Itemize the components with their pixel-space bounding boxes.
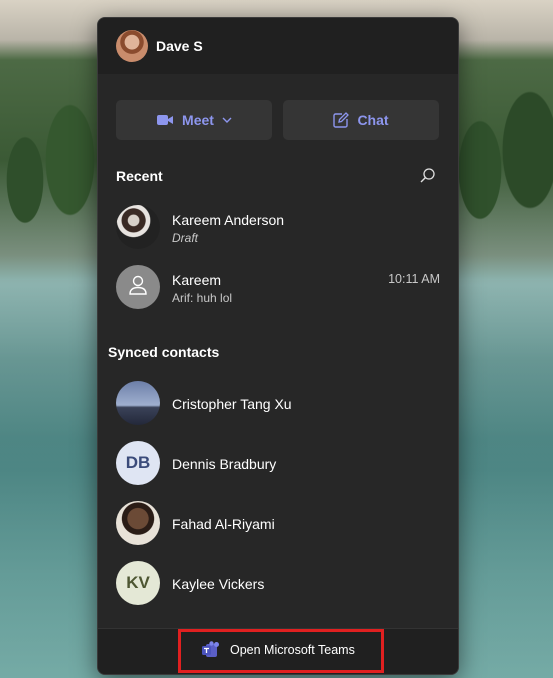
chevron-down-icon [222,117,232,123]
user-name: Dave S [156,38,203,54]
meet-label: Meet [182,112,214,128]
avatar: KV [116,561,160,605]
chat-label: Chat [357,112,389,128]
contact-item[interactable]: Fahad Al-Riyami [98,493,458,553]
flyout-footer: Open Microsoft Teams [98,628,458,674]
chat-button[interactable]: Chat [283,100,439,140]
contact-name: Cristopher Tang Xu [172,396,292,412]
user-avatar[interactable] [116,30,148,62]
teams-chat-flyout: Dave S Meet Chat Recent Kareem Anderson … [97,17,459,675]
avatar: DB [116,441,160,485]
chat-preview: Arif: huh lol [172,291,233,305]
compose-icon [333,112,350,128]
contact-item[interactable]: Cristopher Tang Xu [98,373,458,433]
video-camera-icon [156,113,174,127]
chat-name: Kareem [172,272,222,288]
avatar [116,381,160,425]
contact-item[interactable]: DB Dennis Bradbury [98,433,458,493]
contact-item[interactable]: KV Kaylee Vickers [98,553,458,613]
search-icon[interactable] [419,167,437,185]
avatar [116,501,160,545]
synced-contacts-heading: Synced contacts [108,344,220,360]
avatar [116,205,160,249]
recent-chat-item[interactable]: Kareem Arif: huh lol 10:11 AM [98,257,458,317]
open-microsoft-teams-link[interactable]: Open Microsoft Teams [201,641,355,659]
avatar [116,265,160,309]
open-teams-label: Open Microsoft Teams [230,643,355,657]
contact-name: Fahad Al-Riyami [172,516,275,532]
chat-timestamp: 10:11 AM [388,272,440,286]
teams-icon [201,641,221,659]
contact-name: Dennis Bradbury [172,456,277,472]
recent-heading: Recent [116,168,163,184]
chat-preview: Draft [172,231,199,245]
recent-chat-item[interactable]: Kareem Anderson Draft [98,197,458,257]
chat-name: Kareem Anderson [172,212,285,228]
person-icon [127,274,149,301]
contact-name: Kaylee Vickers [172,576,265,592]
flyout-header: Dave S [98,18,458,74]
meet-button[interactable]: Meet [116,100,272,140]
